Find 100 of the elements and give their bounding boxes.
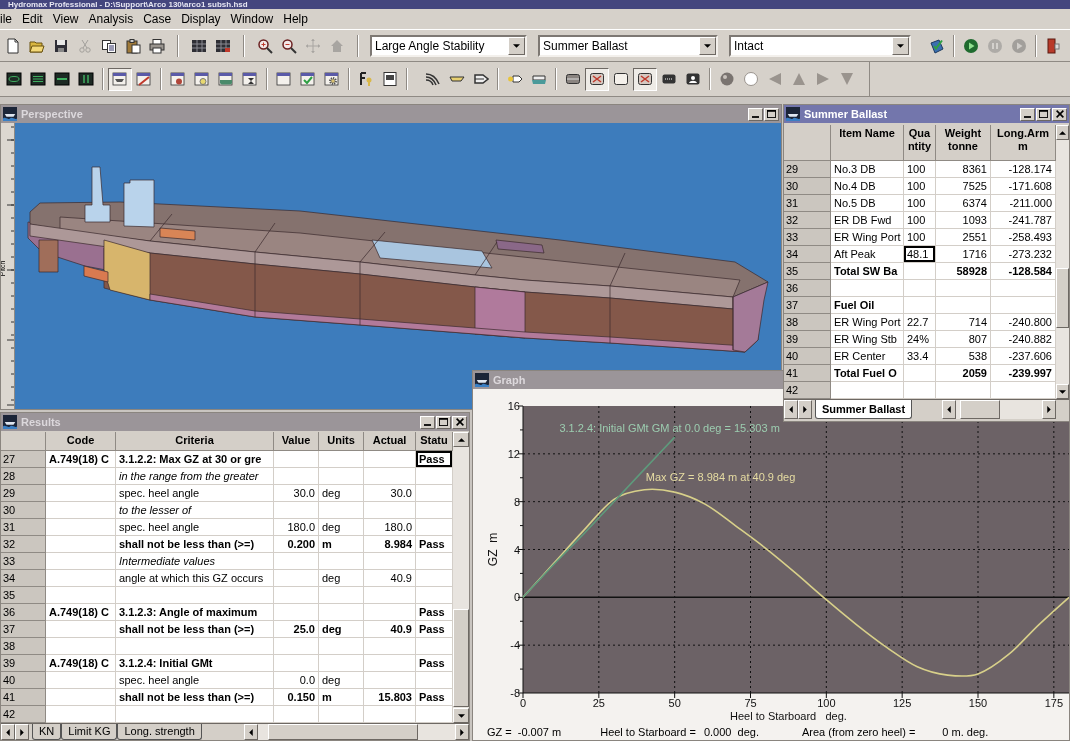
row-number[interactable]: 37	[1, 621, 46, 638]
minimize-button[interactable]	[420, 415, 435, 429]
caret-left-icon	[947, 406, 951, 413]
row-number[interactable]: 42	[1, 706, 46, 723]
close-button[interactable]	[1052, 107, 1067, 121]
column-header[interactable]: Units	[319, 432, 364, 451]
play-icon	[963, 37, 979, 54]
column-header[interactable]: Statu	[416, 432, 453, 451]
horizontal-scrollbar[interactable]	[942, 400, 1056, 419]
vertical-scrollbar[interactable]	[1056, 125, 1069, 399]
ship-wave-icon	[3, 107, 17, 121]
row-number[interactable]: 33	[1, 553, 46, 570]
row-number[interactable]: 29	[1, 485, 46, 502]
minimize-button[interactable]	[748, 107, 763, 121]
dropdown-arrow-button[interactable]	[508, 36, 525, 55]
close-button[interactable]	[452, 415, 467, 429]
row-number[interactable]: 27	[1, 451, 46, 468]
maximize-button[interactable]	[1036, 107, 1051, 121]
sheet-tab[interactable]: Long. strength	[117, 724, 202, 740]
row-number[interactable]: 31	[784, 195, 831, 212]
dropdown[interactable]: Intact	[729, 34, 911, 57]
axis-tick-label: -4	[510, 639, 520, 652]
scrollbar-thumb[interactable]	[960, 400, 1000, 419]
horizontal-scrollbar[interactable]	[244, 724, 469, 740]
printer-icon	[149, 37, 165, 54]
row-number[interactable]: 33	[784, 229, 831, 246]
row-number[interactable]: 41	[1, 689, 46, 706]
row-number[interactable]: 34	[784, 246, 831, 263]
column-header[interactable]: Value	[274, 432, 319, 451]
row-number[interactable]: 38	[1, 638, 46, 655]
panel-cross-icon	[589, 71, 605, 87]
sheet-tab[interactable]: Summer Ballast	[815, 400, 913, 419]
menu-item[interactable]: ile	[0, 10, 17, 28]
row-number[interactable]: 39	[1, 655, 46, 672]
scroll-right-button[interactable]	[455, 724, 469, 740]
row-number[interactable]: 38	[784, 314, 831, 331]
scroll-up-button[interactable]	[1056, 125, 1069, 140]
table-icon	[191, 37, 207, 54]
scrollbar-thumb[interactable]	[1056, 268, 1069, 328]
scroll-left-button[interactable]	[942, 400, 956, 419]
row-number[interactable]: 32	[1, 536, 46, 553]
row-number[interactable]: 42	[784, 382, 831, 399]
row-number[interactable]: 39	[784, 331, 831, 348]
menu-item[interactable]: View	[47, 10, 84, 28]
menu-item[interactable]: Case	[138, 10, 177, 28]
menu-item[interactable]: Help	[278, 10, 313, 28]
pause-icon	[987, 37, 1003, 54]
scroll-down-button[interactable]	[453, 708, 469, 723]
ship-wave-icon	[786, 107, 800, 121]
toolbar-button[interactable]	[108, 67, 132, 91]
row-number[interactable]: 36	[1, 604, 46, 621]
row-number[interactable]: 30	[784, 178, 831, 195]
column-header[interactable]: Criteria	[116, 432, 274, 451]
dropdown[interactable]: Large Angle Stability	[370, 34, 527, 57]
column-header[interactable]: Item Name	[831, 125, 904, 161]
sheet-tab[interactable]: KN	[32, 724, 62, 740]
scroll-right-button[interactable]	[1042, 400, 1056, 419]
dropdown[interactable]: Summer Ballast	[538, 34, 718, 57]
column-header[interactable]: Weight tonne	[936, 125, 991, 161]
menu-item[interactable]: Analysis	[83, 10, 139, 28]
sheet-nav-button[interactable]	[798, 400, 812, 419]
menu-item[interactable]: Edit	[17, 10, 48, 28]
toolbar-button[interactable]	[585, 67, 609, 91]
scroll-up-button[interactable]	[453, 432, 469, 447]
scrollbar-thumb[interactable]	[453, 609, 469, 707]
row-number[interactable]: 40	[784, 348, 831, 365]
row-number[interactable]: 36	[784, 280, 831, 297]
dropdown-arrow-button[interactable]	[892, 36, 909, 55]
scrollbar-thumb[interactable]	[268, 724, 418, 740]
row-number[interactable]: 30	[1, 502, 46, 519]
sheet-nav-button[interactable]	[784, 400, 798, 419]
vertical-scrollbar[interactable]	[453, 432, 469, 723]
row-number[interactable]: 28	[1, 468, 46, 485]
minimize-button[interactable]	[1020, 107, 1035, 121]
checked-window-icon	[300, 71, 316, 87]
sheet-nav-button[interactable]	[15, 724, 29, 740]
row-number[interactable]: 29	[784, 161, 831, 178]
row-number[interactable]: 40	[1, 672, 46, 689]
row-number[interactable]: 32	[784, 212, 831, 229]
column-header[interactable]: Long.Arm m	[991, 125, 1056, 161]
table-cell: Pass	[416, 451, 453, 468]
row-number[interactable]: 31	[1, 519, 46, 536]
scroll-left-button[interactable]	[244, 724, 258, 740]
column-header[interactable]: Qua ntity	[904, 125, 936, 161]
maximize-button[interactable]	[436, 415, 451, 429]
row-number[interactable]: 41	[784, 365, 831, 382]
menu-item[interactable]: Window	[225, 10, 279, 28]
sheet-tab[interactable]: Limit KG	[61, 724, 118, 740]
toolbar-button[interactable]	[633, 67, 657, 91]
maximize-button[interactable]	[764, 107, 779, 121]
column-header[interactable]: Code	[46, 432, 116, 451]
sheet-nav-button[interactable]	[1, 724, 15, 740]
row-number[interactable]: 37	[784, 297, 831, 314]
menu-item[interactable]: Display	[176, 10, 226, 28]
row-number[interactable]: 35	[1, 587, 46, 604]
scroll-down-button[interactable]	[1056, 384, 1069, 399]
dropdown-arrow-button[interactable]	[699, 36, 716, 55]
column-header[interactable]: Actual	[364, 432, 416, 451]
row-number[interactable]: 34	[1, 570, 46, 587]
row-number[interactable]: 35	[784, 263, 831, 280]
